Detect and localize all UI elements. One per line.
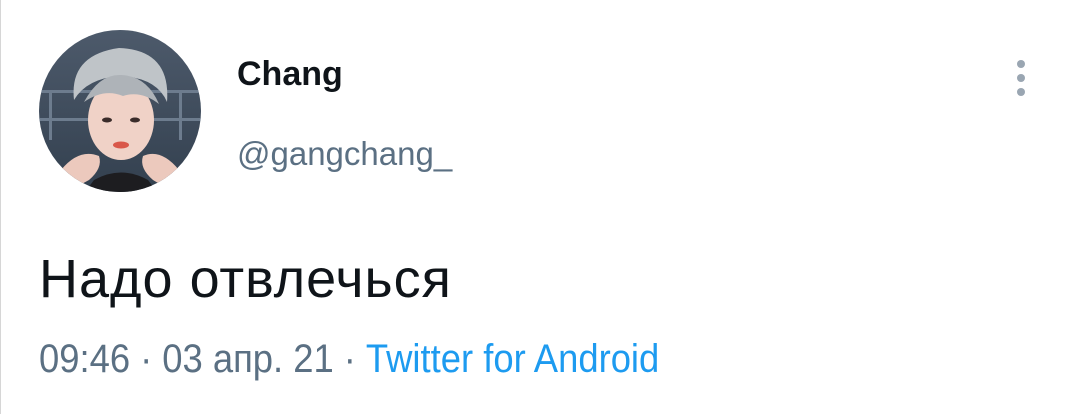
- tweet-meta: 09:46 · 03 апр. 21 · Twitter for Android: [39, 337, 659, 382]
- avatar-image: [39, 30, 201, 192]
- tweet-text: Надо отвлечься: [39, 249, 452, 309]
- more-options-button[interactable]: [1001, 52, 1043, 104]
- tweet-source-link[interactable]: Twitter for Android: [366, 337, 659, 381]
- avatar[interactable]: [39, 30, 201, 192]
- username-handle[interactable]: @gangchang_: [237, 135, 452, 173]
- tweet-date: 03 апр. 21: [162, 337, 334, 381]
- meta-separator: ·: [140, 337, 153, 381]
- display-name[interactable]: Chang: [237, 55, 343, 94]
- meta-separator: ·: [343, 337, 356, 381]
- tweet-time: 09:46: [39, 337, 131, 381]
- tweet-card: Chang @gangchang_ Надо отвлечься 09:46 · 0…: [0, 0, 1080, 414]
